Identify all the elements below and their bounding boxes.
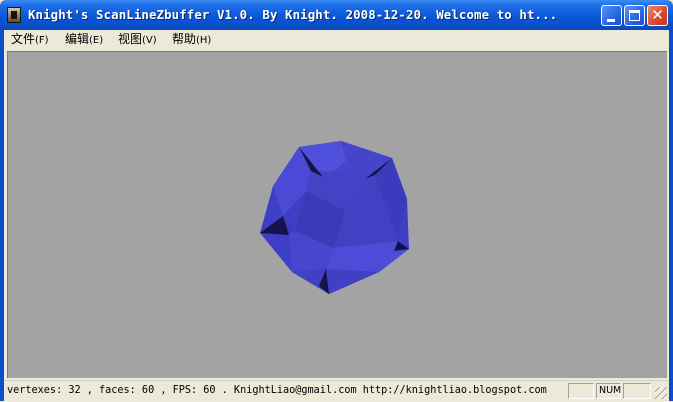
- menu-bar: 文件(F) 编辑(E) 视图(V) 帮助(H): [4, 30, 669, 48]
- status-bar: vertexes: 32 , faces: 60 , FPS: 60 . Kni…: [4, 380, 669, 402]
- minimize-icon: [607, 19, 615, 22]
- menu-file-label: 文件: [11, 32, 36, 46]
- maximize-button[interactable]: [624, 5, 645, 26]
- menu-edit-label: 编辑: [65, 32, 90, 46]
- menu-view-mnemonic: (V): [142, 35, 157, 46]
- menu-help[interactable]: 帮助(H): [172, 31, 211, 49]
- resize-grip[interactable]: [655, 387, 667, 399]
- menu-view[interactable]: 视图(V): [118, 31, 157, 49]
- menu-edit[interactable]: 编辑(E): [65, 31, 103, 49]
- maximize-icon: [629, 10, 640, 21]
- menu-view-label: 视图: [118, 32, 143, 46]
- status-info: vertexes: 32 , faces: 60 , FPS: 60 . Kni…: [7, 385, 547, 396]
- model-face: [292, 269, 379, 294]
- minimize-button[interactable]: [601, 5, 622, 26]
- num-indicator: NUM: [599, 385, 622, 396]
- menu-file-mnemonic: (F): [35, 35, 49, 46]
- app-icon[interactable]: [7, 7, 21, 23]
- menu-help-label: 帮助: [172, 32, 197, 46]
- close-icon: ✕: [651, 6, 664, 24]
- title-bar[interactable]: Knight's ScanLineZbuffer V1.0. By Knight…: [0, 0, 673, 30]
- status-pane-scroll: [623, 383, 651, 399]
- render-viewport[interactable]: [7, 51, 667, 378]
- close-button[interactable]: ✕: [647, 5, 668, 26]
- status-pane-caps: [568, 383, 594, 399]
- menu-help-mnemonic: (H): [196, 35, 212, 46]
- window-frame-right: [669, 30, 673, 401]
- status-pane-num: NUM: [596, 383, 621, 399]
- window-title: Knight's ScanLineZbuffer V1.0. By Knight…: [28, 7, 558, 22]
- menu-edit-mnemonic: (E): [89, 35, 104, 46]
- rendered-model: [260, 141, 409, 294]
- menu-file[interactable]: 文件(F): [11, 31, 49, 49]
